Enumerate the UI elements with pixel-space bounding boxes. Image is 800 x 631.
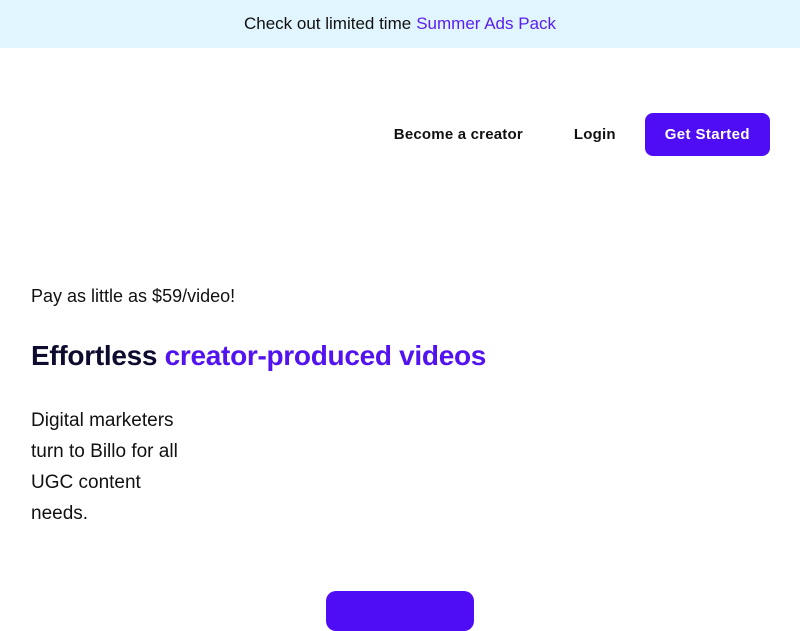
become-creator-link[interactable]: Become a creator — [394, 126, 523, 143]
announcement-bar: Check out limited time Summer Ads Pack — [0, 0, 800, 48]
price-promo-text: Pay as little as $59/video! — [31, 286, 236, 306]
announcement-text: Check out limited time — [243, 14, 412, 33]
summer-ads-pack-link[interactable]: Summer Ads Pack — [416, 14, 556, 34]
headline-accent: creator-produced videos — [164, 340, 487, 371]
headline-plain: Effortless — [31, 340, 158, 371]
hero-headline: Effortless creator-produced videos — [31, 340, 486, 372]
top-nav: Become a creator Login Get Started — [394, 113, 770, 156]
hero-subtext: Digital marketers turn to Billo for all … — [31, 410, 178, 524]
login-link[interactable]: Login — [574, 126, 616, 143]
get-started-button[interactable]: Get Started — [644, 113, 770, 156]
hero-cta-button[interactable] — [326, 591, 474, 631]
